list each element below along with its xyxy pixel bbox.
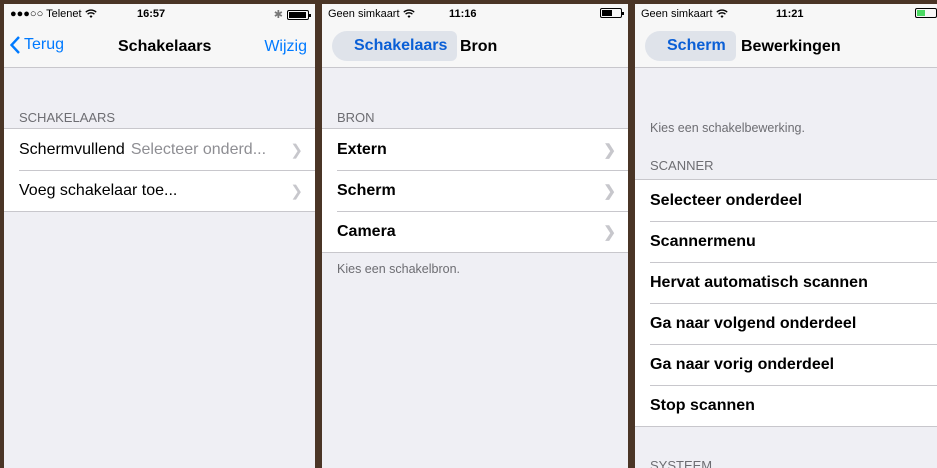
status-time: 11:16: [449, 8, 477, 20]
chevron-right-icon: ❯: [603, 183, 616, 200]
screen-source: Geen simkaart 11:16 Schakelaars Bron BRO…: [322, 4, 628, 468]
status-bar: Geen simkaart 11:21: [635, 4, 937, 24]
list-item-label: Scannermenu: [650, 232, 756, 250]
list-item-stop-scanning[interactable]: Stop scannen: [635, 385, 937, 426]
section-header: BRON: [337, 110, 375, 125]
list-item-previous-item[interactable]: Ga naar vorig onderdeel: [635, 344, 937, 385]
carrier-label: Geen simkaart: [641, 8, 713, 20]
list-item-label: Camera: [337, 222, 396, 240]
page-title: Bewerkingen: [741, 38, 841, 55]
status-bar: Geen simkaart 11:16: [322, 4, 628, 24]
wifi-icon: [715, 9, 728, 18]
carrier: ●●●○○ Telenet: [10, 8, 97, 20]
battery-icon: [915, 8, 937, 18]
switches-list: Schermvullend Selecteer onderd... ❯ Voeg…: [4, 128, 315, 212]
list-item-camera[interactable]: Camera ❯: [322, 211, 628, 252]
wifi-icon: [84, 9, 97, 18]
back-button[interactable]: Terug: [10, 36, 64, 54]
list-item-label: Schermvullend: [19, 140, 125, 158]
chevron-left-icon: [10, 36, 20, 54]
list-item-screen[interactable]: Scherm ❯: [322, 170, 628, 211]
chevron-right-icon: ❯: [290, 142, 303, 159]
list-item-extern[interactable]: Extern ❯: [322, 129, 628, 170]
list-item-select-item[interactable]: Selecteer onderdeel: [635, 180, 937, 221]
list-item-label: Stop scannen: [650, 396, 755, 414]
list-item-label: Hervat automatisch scannen: [650, 273, 868, 291]
status-bar: ●●●○○ Telenet 16:57 ✱: [4, 4, 315, 24]
list-item-label: Selecteer onderdeel: [650, 191, 803, 209]
page-title: Bron: [460, 38, 498, 55]
bluetooth-icon: ✱: [273, 9, 283, 21]
list-item-next-item[interactable]: Ga naar volgend onderdeel: [635, 303, 937, 344]
carrier: Geen simkaart: [641, 8, 728, 20]
section-header: SCHAKELAARS: [19, 110, 116, 125]
scanner-actions-list: Selecteer onderdeel Scannermenu Hervat a…: [635, 179, 937, 427]
section-header-system: SYSTEEM: [650, 458, 713, 468]
back-button[interactable]: Scherm: [645, 31, 736, 61]
wifi-icon: [402, 9, 415, 18]
screen-actions: Geen simkaart 11:21 Scherm Bewerkingen K…: [635, 4, 937, 468]
carrier: Geen simkaart: [328, 8, 415, 20]
edit-button[interactable]: Wijzig: [264, 38, 307, 56]
list-item-label: Extern: [337, 140, 387, 158]
list-item-label: Voeg schakelaar toe...: [19, 181, 178, 199]
nav-bar: Scherm Bewerkingen: [635, 24, 937, 68]
list-item-label: Ga naar volgend onderdeel: [650, 314, 857, 332]
status-right: [600, 8, 624, 18]
battery-icon: [600, 8, 624, 18]
list-item-add-switch[interactable]: Voeg schakelaar toe... ❯: [4, 170, 315, 211]
chevron-right-icon: ❯: [290, 183, 303, 200]
back-button-label: Terug: [24, 36, 65, 53]
status-time: 16:57: [137, 8, 166, 20]
section-footer: Kies een schakelbron.: [337, 262, 460, 276]
carrier-label: ●●●○○ Telenet: [10, 8, 82, 20]
section-header: SCANNER: [650, 158, 714, 173]
list-item-resume-autoscan[interactable]: Hervat automatisch scannen: [635, 262, 937, 303]
nav-bar: Schakelaars Bron: [322, 24, 628, 68]
list-item-scanner-menu[interactable]: Scannermenu: [635, 221, 937, 262]
intro-text: Kies een schakelbewerking.: [650, 121, 805, 135]
list-item-fullscreen[interactable]: Schermvullend Selecteer onderd... ❯: [4, 129, 315, 170]
status-right: ✱: [273, 8, 311, 21]
list-item-value: Selecteer onderd...: [130, 140, 267, 158]
carrier-label: Geen simkaart: [328, 8, 400, 20]
chevron-right-icon: ❯: [603, 224, 616, 241]
status-right: [915, 8, 937, 18]
list-item-label: Scherm: [337, 181, 396, 199]
source-list: Extern ❯ Scherm ❯ Camera ❯: [322, 128, 628, 253]
screen-switches: ●●●○○ Telenet 16:57 ✱ Terug Schakelaars …: [4, 4, 315, 468]
chevron-right-icon: ❯: [603, 142, 616, 159]
status-time: 11:21: [776, 8, 804, 20]
nav-bar: Terug Schakelaars Wijzig: [4, 24, 315, 68]
battery-icon: [287, 9, 311, 20]
back-button[interactable]: Schakelaars: [332, 31, 458, 61]
page-title: Schakelaars: [118, 38, 212, 55]
list-item-label: Ga naar vorig onderdeel: [650, 355, 835, 373]
